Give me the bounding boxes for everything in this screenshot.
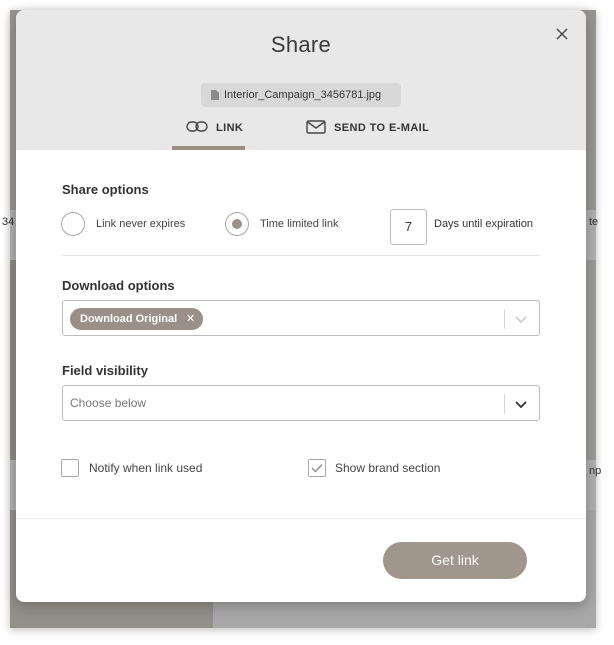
radio-link-never-expires[interactable] xyxy=(61,212,85,236)
checkmark-icon xyxy=(311,464,323,473)
field-visibility-placeholder: Choose below xyxy=(70,396,147,410)
share-options-heading: Share options xyxy=(62,182,149,197)
link-never-expires-label: Link never expires xyxy=(96,218,186,230)
tab-link-label: LINK xyxy=(216,122,244,134)
days-until-expiration-label: Days until expiration xyxy=(434,218,534,230)
download-options-select[interactable]: Download Original ✕ xyxy=(62,300,540,336)
file-name: Interior_Campaign_3456781.jpg xyxy=(224,89,382,101)
select-separator xyxy=(504,394,505,414)
background-label: np xyxy=(589,465,602,477)
tag-label: Download Original xyxy=(80,313,178,325)
time-limited-link-label: Time limited link xyxy=(260,218,339,230)
field-visibility-select[interactable]: Choose below xyxy=(62,385,540,421)
remove-tag-icon[interactable]: ✕ xyxy=(186,308,195,330)
background-label: 34 xyxy=(2,216,15,228)
close-icon xyxy=(556,28,568,40)
file-icon xyxy=(211,90,219,100)
footer-divider xyxy=(16,518,586,519)
file-chip: Interior_Campaign_3456781.jpg xyxy=(201,83,401,107)
select-separator xyxy=(504,309,505,329)
notify-label: Notify when link used xyxy=(89,461,203,475)
radio-time-limited-link[interactable] xyxy=(225,212,249,236)
background-label: te xyxy=(589,216,599,228)
chevron-down-icon[interactable] xyxy=(513,311,529,327)
share-tabs: LINK SEND TO E-MAIL xyxy=(16,116,586,150)
modal-title: Share xyxy=(270,32,332,57)
section-divider xyxy=(62,255,540,256)
show-brand-label: Show brand section xyxy=(335,461,441,475)
tab-link[interactable]: LINK xyxy=(172,116,245,150)
close-button[interactable] xyxy=(552,24,572,44)
modal-header: Share Interior_Campaign_3456781.jpg LINK… xyxy=(16,10,586,150)
tab-email-label: SEND TO E-MAIL xyxy=(334,122,430,134)
tab-send-to-email[interactable]: SEND TO E-MAIL xyxy=(306,116,436,150)
link-icon xyxy=(186,120,208,134)
download-original-tag: Download Original ✕ xyxy=(70,308,204,330)
envelope-icon xyxy=(306,120,326,134)
share-modal: Share Interior_Campaign_3456781.jpg LINK… xyxy=(16,10,586,602)
show-brand-checkbox[interactable] xyxy=(308,459,326,477)
notify-checkbox[interactable] xyxy=(61,459,79,477)
get-link-button[interactable]: Get link xyxy=(383,542,527,579)
chevron-down-icon[interactable] xyxy=(513,396,529,412)
field-visibility-heading: Field visibility xyxy=(62,363,148,378)
download-options-heading: Download options xyxy=(62,278,175,293)
days-until-expiration-input[interactable]: 7 xyxy=(390,209,427,245)
share-options-row: Link never expires Time limited link 7 D… xyxy=(61,209,541,245)
